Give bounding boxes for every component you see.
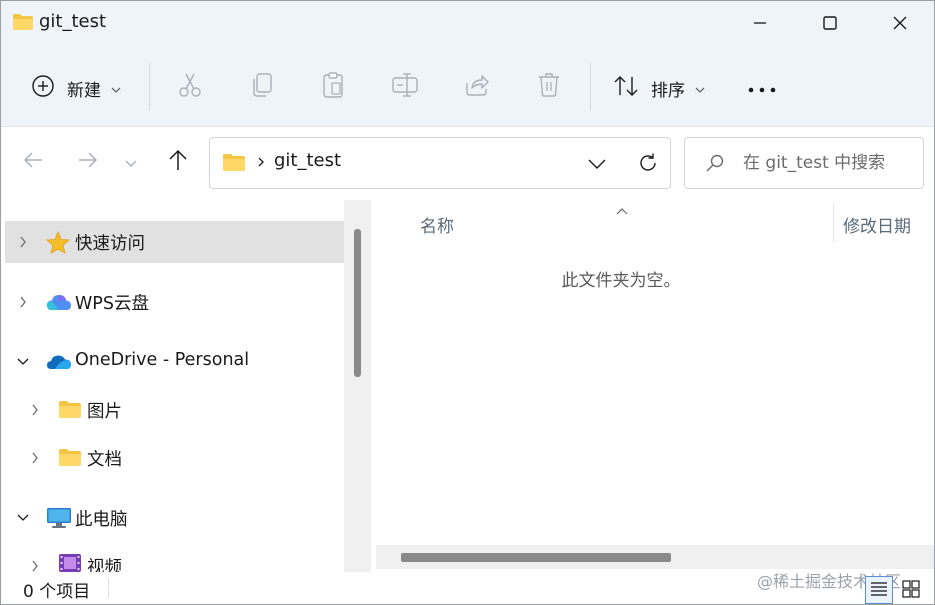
chevron-right-icon[interactable] bbox=[27, 558, 43, 572]
star-icon bbox=[46, 230, 70, 258]
window-title: git_test bbox=[39, 11, 107, 32]
sidebar-item-onedrive[interactable]: OneDrive - Personal bbox=[5, 341, 344, 383]
item-count: 0 个项目 bbox=[23, 582, 91, 602]
video-folder-icon bbox=[58, 553, 82, 572]
navigation-bar: git_test bbox=[1, 128, 934, 200]
rename-icon bbox=[391, 72, 419, 102]
sidebar-item-this-pc[interactable]: 此电脑 bbox=[5, 497, 344, 539]
details-view-icon bbox=[870, 580, 888, 600]
more-options-button[interactable] bbox=[747, 77, 777, 97]
cut-button[interactable] bbox=[174, 71, 206, 103]
toolbar-separator bbox=[149, 63, 150, 111]
sidebar-item-label: 文档 bbox=[87, 450, 122, 470]
sort-ascending-icon bbox=[615, 202, 629, 221]
chevron-right-icon[interactable] bbox=[27, 402, 43, 418]
close-button[interactable] bbox=[877, 1, 923, 45]
folder-icon bbox=[58, 400, 82, 423]
sidebar-item-label: WPS云盘 bbox=[75, 294, 149, 314]
minimize-button[interactable] bbox=[737, 1, 783, 45]
file-list-pane: 名称 修改日期 此文件夹为空。 bbox=[371, 200, 934, 572]
chevron-right-icon[interactable] bbox=[27, 450, 43, 466]
folder-icon bbox=[12, 13, 34, 35]
new-button-label: 新建 bbox=[67, 80, 101, 101]
command-bar: 新建 排序 bbox=[1, 47, 934, 127]
empty-folder-message: 此文件夹为空。 bbox=[561, 271, 681, 291]
forward-button[interactable] bbox=[74, 148, 102, 176]
sort-button[interactable]: 排序 bbox=[613, 73, 705, 103]
breadcrumb-git-test[interactable]: git_test bbox=[274, 150, 341, 171]
folder-icon bbox=[58, 448, 82, 471]
status-separator bbox=[108, 578, 109, 598]
chevron-down-icon[interactable] bbox=[15, 510, 31, 526]
rename-button[interactable] bbox=[389, 71, 421, 103]
refresh-icon bbox=[640, 153, 656, 171]
large-icons-view-button[interactable] bbox=[899, 579, 923, 603]
share-icon bbox=[464, 73, 490, 101]
address-bar[interactable]: git_test bbox=[209, 137, 671, 189]
sidebar-item-label: 视频 bbox=[87, 558, 122, 572]
sidebar-item-label: OneDrive - Personal bbox=[75, 350, 250, 370]
chevron-down-icon bbox=[111, 79, 121, 98]
search-box[interactable] bbox=[684, 137, 924, 189]
sidebar-item-videos[interactable]: 视频 bbox=[5, 545, 344, 572]
arrow-left-icon bbox=[22, 150, 44, 174]
chevron-right-icon[interactable] bbox=[15, 294, 31, 310]
up-button[interactable] bbox=[164, 148, 192, 176]
trash-icon bbox=[537, 72, 561, 102]
more-dots-icon bbox=[748, 78, 776, 97]
monitor-icon bbox=[46, 507, 72, 533]
cut-icon bbox=[177, 71, 203, 103]
sidebar-item-label: 此电脑 bbox=[75, 510, 128, 530]
recent-locations-button[interactable] bbox=[117, 148, 145, 176]
details-view-button[interactable] bbox=[865, 576, 893, 604]
column-header-date-modified[interactable]: 修改日期 bbox=[843, 212, 911, 237]
wps-cloud-icon bbox=[46, 293, 72, 315]
chevron-right-icon[interactable] bbox=[15, 234, 31, 250]
arrow-up-icon bbox=[167, 148, 189, 176]
onedrive-icon bbox=[46, 354, 72, 374]
copy-icon bbox=[250, 72, 274, 102]
sidebar-item-documents[interactable]: 文档 bbox=[5, 437, 344, 479]
address-history-button[interactable] bbox=[584, 151, 610, 177]
arrow-right-icon bbox=[77, 150, 99, 174]
plus-circle-icon bbox=[31, 74, 55, 102]
copy-button[interactable] bbox=[246, 71, 278, 103]
explorer-window: git_test 新建 排序 git_test 在 git_test 中搜索 快… bbox=[0, 0, 935, 605]
back-button[interactable] bbox=[19, 148, 47, 176]
chevron-down-icon bbox=[695, 79, 705, 98]
search-icon bbox=[705, 153, 725, 177]
chevron-right-icon bbox=[256, 151, 266, 177]
sort-arrows-icon bbox=[613, 74, 639, 102]
share-button[interactable] bbox=[461, 71, 493, 103]
title-bar[interactable]: git_test bbox=[1, 1, 934, 47]
chevron-down-icon bbox=[588, 159, 606, 169]
maximize-button[interactable] bbox=[807, 1, 853, 45]
folder-icon bbox=[222, 153, 246, 176]
new-button[interactable]: 新建 bbox=[31, 73, 121, 103]
toolbar-separator bbox=[590, 63, 591, 111]
sidebar-item-quick-access[interactable]: 快速访问 bbox=[5, 221, 344, 263]
tiles-view-icon bbox=[902, 580, 920, 602]
chevron-down-icon bbox=[125, 153, 137, 172]
paste-icon bbox=[321, 71, 345, 103]
sidebar-item-pictures[interactable]: 图片 bbox=[5, 389, 344, 431]
sidebar-scrollbar-thumb[interactable] bbox=[354, 229, 361, 377]
sidebar-item-wps-cloud[interactable]: WPS云盘 bbox=[5, 281, 344, 323]
sidebar-item-label: 图片 bbox=[87, 402, 122, 422]
delete-button[interactable] bbox=[533, 71, 565, 103]
sidebar-item-label: 快速访问 bbox=[75, 234, 145, 254]
column-header-name[interactable]: 名称 bbox=[420, 212, 454, 237]
column-divider[interactable] bbox=[833, 204, 834, 242]
refresh-button[interactable] bbox=[634, 149, 662, 177]
paste-button[interactable] bbox=[317, 71, 349, 103]
sort-button-label: 排序 bbox=[651, 80, 685, 101]
horizontal-scrollbar-thumb[interactable] bbox=[401, 553, 671, 562]
chevron-down-icon[interactable] bbox=[15, 354, 31, 370]
navigation-pane: 快速访问 WPS云盘 OneDrive - Personal 图片 文档 此电脑… bbox=[1, 200, 371, 572]
search-input[interactable] bbox=[743, 150, 918, 176]
